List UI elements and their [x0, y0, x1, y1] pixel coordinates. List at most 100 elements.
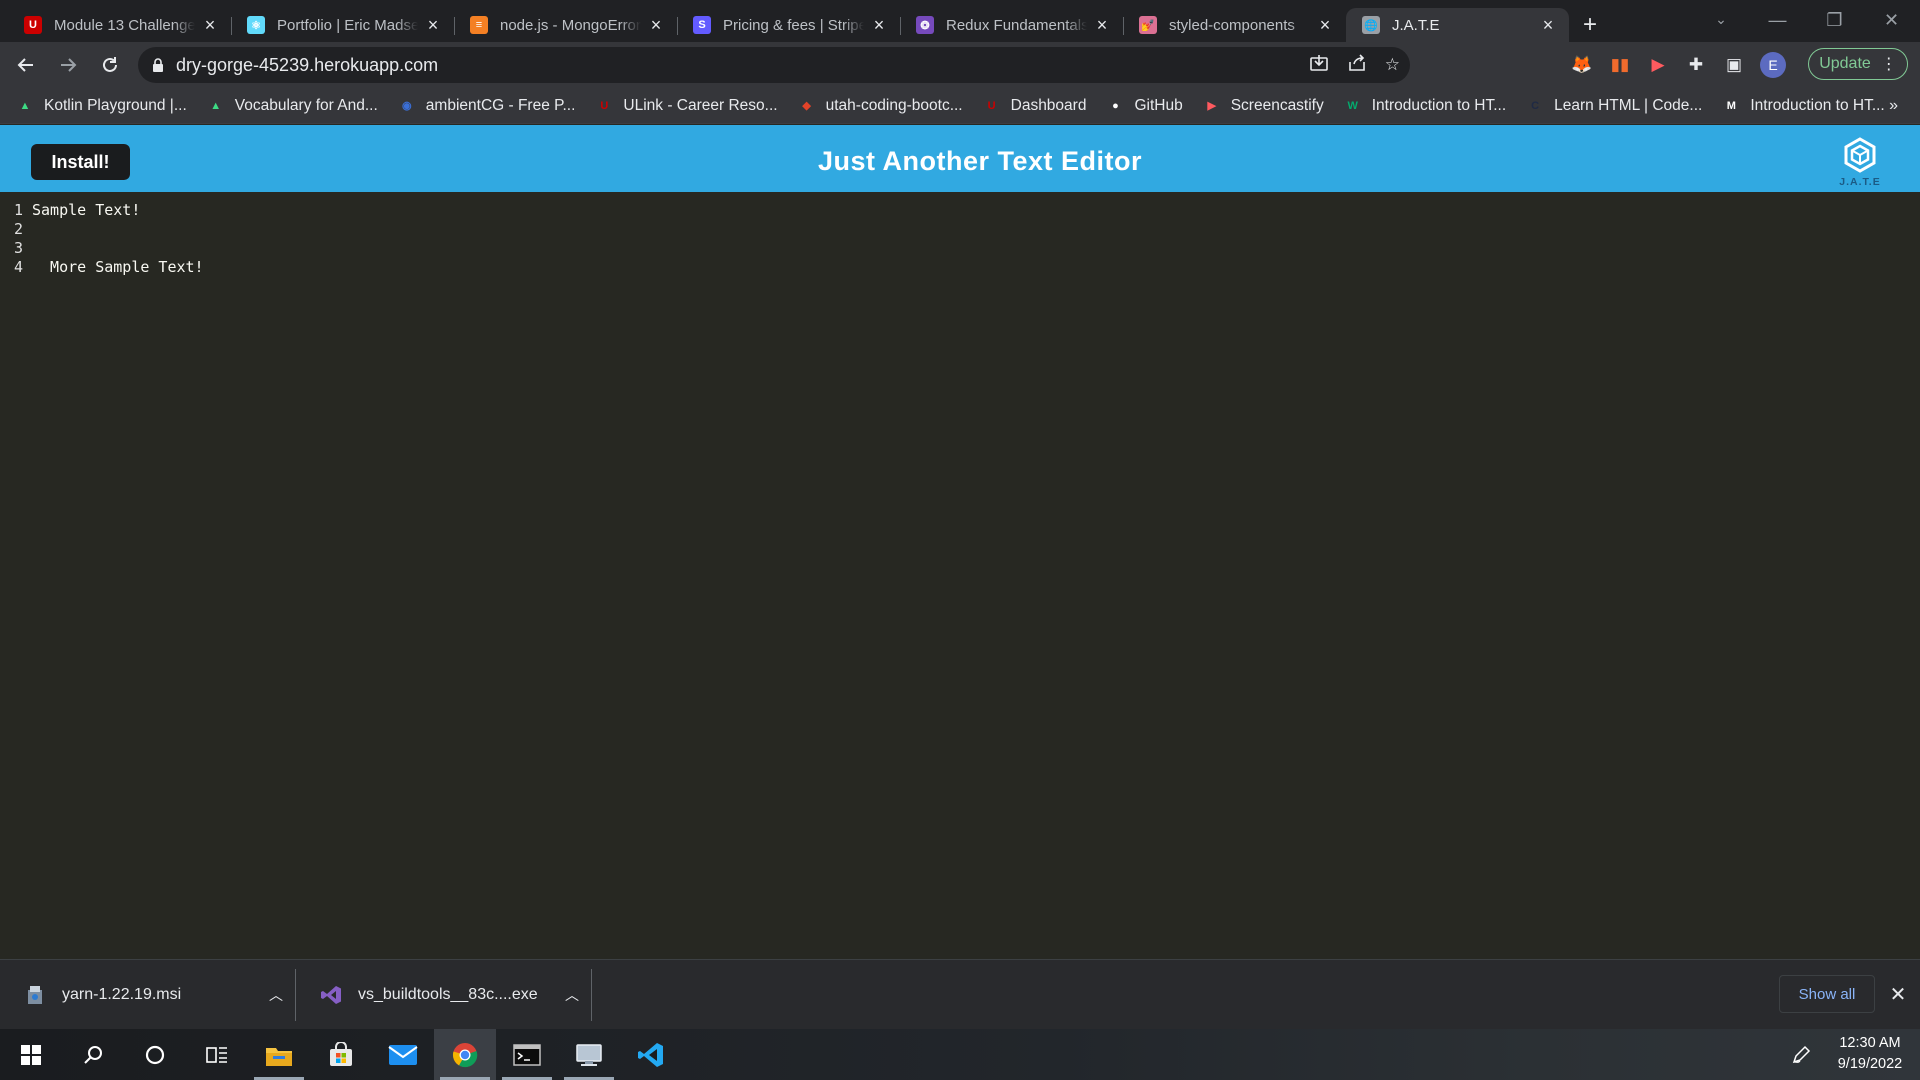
bookmark-item[interactable]: ▲ Kotlin Playground |...: [16, 97, 187, 115]
chrome-icon[interactable]: [434, 1029, 496, 1080]
new-tab-button[interactable]: +: [1583, 8, 1597, 42]
android-icon: ▲: [19, 99, 31, 112]
windows-ink-icon[interactable]: [1778, 1029, 1824, 1080]
jate-logo-icon: [1844, 137, 1876, 173]
cortana-icon[interactable]: [124, 1029, 186, 1080]
share-icon[interactable]: [1347, 53, 1367, 77]
bookmark-label: Screencastify: [1230, 96, 1324, 114]
bookmark-label: Introduction to HT...: [1371, 96, 1507, 114]
update-label: Update: [1819, 55, 1871, 72]
close-download-shelf-icon[interactable]: ✕: [1884, 975, 1912, 1013]
mail-icon[interactable]: [372, 1029, 434, 1080]
screencast-extension-icon[interactable]: ▶: [1646, 53, 1670, 77]
show-all-downloads-button[interactable]: Show all: [1779, 975, 1875, 1013]
bookmark-item[interactable]: U Dashboard: [983, 97, 1087, 115]
back-icon[interactable]: [6, 45, 46, 85]
bookmark-item[interactable]: C Learn HTML | Code...: [1526, 97, 1702, 115]
pullreminder-icon[interactable]: ▮▮: [1608, 53, 1632, 77]
bookmark-item[interactable]: ● GitHub: [1106, 97, 1183, 115]
terminal-icon[interactable]: [496, 1029, 558, 1080]
download-filename: vs_buildtools__83c....exe: [358, 985, 538, 1003]
browser-tab[interactable]: 💅 styled-components ×: [1123, 8, 1346, 42]
close-tab-icon[interactable]: ×: [870, 15, 888, 36]
remote-desktop-icon[interactable]: [558, 1029, 620, 1080]
close-tab-icon[interactable]: ×: [1539, 15, 1557, 36]
tab-search-icon[interactable]: ⌄: [1706, 0, 1736, 40]
line-number: 2: [13, 220, 23, 238]
jate-logo: J.A.T.E: [1832, 135, 1888, 189]
ambientcg-icon: ◉: [401, 100, 412, 112]
metamask-icon[interactable]: 🦊: [1570, 53, 1594, 77]
reload-icon[interactable]: [90, 45, 130, 85]
kebab-menu-icon[interactable]: ⋮: [1881, 54, 1897, 74]
close-tab-icon[interactable]: ×: [1093, 15, 1111, 36]
app-title: Just Another Text Editor: [817, 146, 1143, 176]
close-tab-icon[interactable]: ×: [647, 15, 665, 36]
bookmark-item[interactable]: ▲ Vocabulary for And...: [207, 97, 378, 115]
line-text[interactable]: More Sample Text!: [32, 258, 204, 277]
tab-title: J.A.T.E: [1392, 16, 1440, 34]
browser-tab[interactable]: U Module 13 Challenge ×: [8, 8, 231, 42]
line-number: 1: [13, 201, 23, 219]
extensions-puzzle-icon[interactable]: ✚: [1684, 53, 1708, 77]
close-tab-icon[interactable]: ×: [424, 15, 442, 36]
bookmark-item[interactable]: ▶ Screencastify: [1203, 96, 1324, 115]
bookmark-label: Learn HTML | Code...: [1554, 96, 1703, 114]
utah-u-icon: U: [600, 99, 609, 112]
bookmarks-bar: ▲ Kotlin Playground |... ▲ Vocabulary for A…: [0, 88, 1920, 124]
system-clock[interactable]: 12:30 AM 9/19/2022: [1830, 1033, 1910, 1075]
bookmark-star-icon[interactable]: ☆: [1385, 55, 1400, 75]
update-button[interactable]: Update ⋮: [1808, 48, 1908, 80]
browser-tab[interactable]: ⚛ Portfolio | Eric Madsen ×: [231, 8, 454, 42]
bookmark-label: utah-coding-bootc...: [825, 96, 963, 114]
microsoft-store-icon[interactable]: [310, 1029, 372, 1080]
browser-tab[interactable]: ❂ Redux Fundamentals, ×: [900, 8, 1123, 42]
code-editor[interactable]: 1 Sample Text! 2 3 4 More Sample Text!: [0, 192, 1920, 959]
close-tab-icon[interactable]: ×: [1316, 15, 1334, 36]
close-window-icon[interactable]: ✕: [1863, 0, 1920, 40]
android-icon: ▲: [210, 99, 222, 112]
task-view-icon[interactable]: [186, 1029, 248, 1080]
github-icon: ●: [1112, 99, 1119, 112]
profile-avatar[interactable]: E: [1760, 52, 1786, 78]
windows-taskbar: 12:30 AM 9/19/2022: [0, 1029, 1920, 1080]
bookmark-label: ULink - Career Reso...: [623, 96, 778, 114]
browser-toolbar: dry-gorge-45239.herokuapp.com ☆ 🦊 ▮▮ ▶ ✚…: [0, 42, 1920, 88]
close-tab-icon[interactable]: ×: [201, 15, 219, 36]
minimize-icon[interactable]: —: [1749, 0, 1806, 40]
bookmark-item[interactable]: ◆ utah-coding-bootc...: [798, 96, 963, 115]
browser-tab[interactable]: ≡ node.js - MongoError ×: [454, 8, 677, 42]
chevron-up-icon[interactable]: ︿: [256, 985, 296, 1005]
address-bar[interactable]: dry-gorge-45239.herokuapp.com ☆: [138, 47, 1410, 83]
bookmarks-overflow-icon[interactable]: »: [1889, 88, 1898, 124]
bookmark-item[interactable]: W Introduction to HT...: [1344, 96, 1507, 115]
windows-start-icon[interactable]: [0, 1029, 62, 1080]
forward-icon[interactable]: [48, 45, 88, 85]
tab-title: Module 13 Challenge: [54, 16, 195, 34]
install-app-icon[interactable]: [1309, 54, 1329, 77]
url-text: dry-gorge-45239.herokuapp.com: [176, 54, 439, 75]
browser-tab[interactable]: 🌐 J.A.T.E ×: [1346, 8, 1569, 42]
file-explorer-icon[interactable]: [248, 1029, 310, 1080]
editor-line[interactable]: 4 More Sample Text!: [0, 258, 204, 277]
bookmark-item[interactable]: M Introduction to HT...: [1722, 97, 1885, 115]
install-button[interactable]: Install!: [31, 144, 130, 180]
editor-line[interactable]: 2: [0, 220, 32, 239]
side-panel-icon[interactable]: ▣: [1722, 53, 1746, 77]
clock-date: 9/19/2022: [1837, 1056, 1903, 1072]
restore-icon[interactable]: ❐: [1806, 0, 1863, 40]
editor-line[interactable]: 1 Sample Text!: [0, 201, 140, 220]
chevron-up-icon[interactable]: ︿: [552, 985, 592, 1005]
search-icon[interactable]: [62, 1029, 124, 1080]
clock-time: 12:30 AM: [1839, 1035, 1901, 1051]
lock-icon[interactable]: [152, 58, 164, 72]
line-text[interactable]: Sample Text!: [32, 201, 140, 220]
bookmark-label: Vocabulary for And...: [234, 96, 378, 114]
bookmark-item[interactable]: ◉ ambientCG - Free P...: [398, 97, 575, 115]
editor-line[interactable]: 3: [0, 239, 32, 258]
download-item-yarn[interactable]: yarn-1.22.19.msi ︿: [0, 967, 296, 1023]
browser-tab[interactable]: S Pricing & fees | Stripe ×: [677, 8, 900, 42]
download-item-vs-buildtools[interactable]: vs_buildtools__83c....exe ︿: [296, 967, 592, 1023]
vscode-icon[interactable]: [620, 1029, 682, 1080]
bookmark-item[interactable]: U ULink - Career Reso...: [595, 97, 777, 115]
